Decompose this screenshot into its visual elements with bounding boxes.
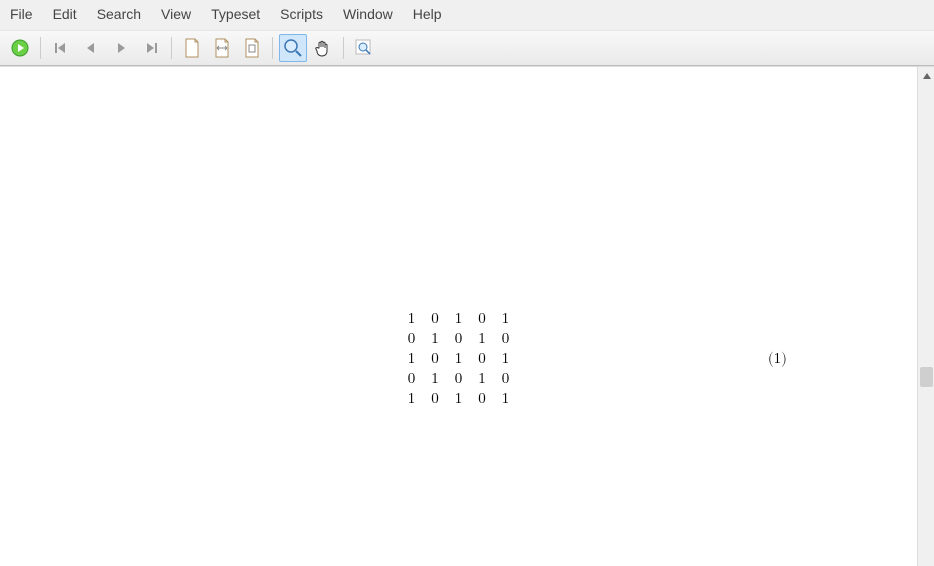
magnifier-icon xyxy=(283,38,303,58)
matrix-cell: 1 xyxy=(494,389,518,409)
matrix-cell: 0 xyxy=(470,309,494,329)
matrix-cell: 1 xyxy=(400,389,424,409)
matrix-cell: 0 xyxy=(447,329,471,349)
fit-width-button[interactable] xyxy=(208,34,236,62)
matrix-row: 1 0 1 0 1 xyxy=(400,309,518,329)
nav-prev-button[interactable] xyxy=(77,34,105,62)
typeset-button[interactable] xyxy=(6,34,34,62)
fit-page-button[interactable] xyxy=(178,34,206,62)
matrix-row: 0 1 0 1 0 xyxy=(400,369,518,389)
matrix-row: 0 1 0 1 0 xyxy=(400,329,518,349)
matrix-cell: 0 xyxy=(423,389,447,409)
menu-file[interactable]: File xyxy=(0,2,43,26)
zoom-region-button[interactable] xyxy=(350,34,378,62)
matrix-cell: 1 xyxy=(447,389,471,409)
matrix-cell: 1 xyxy=(423,329,447,349)
scroll-up-arrow-icon[interactable] xyxy=(918,67,934,84)
content-area: 1 0 1 0 1 0 1 0 1 0 1 0 xyxy=(0,66,934,566)
matrix-cell: 0 xyxy=(400,369,424,389)
zoom-tool-button[interactable] xyxy=(279,34,307,62)
next-icon xyxy=(112,39,130,57)
matrix-cell: 0 xyxy=(447,369,471,389)
equation-number: (1) xyxy=(768,350,787,368)
matrix-row: 1 0 1 0 1 xyxy=(400,389,518,409)
equation: 1 0 1 0 1 0 1 0 1 0 1 0 xyxy=(0,309,917,409)
matrix-cell: 1 xyxy=(400,309,424,329)
matrix-cell: 1 xyxy=(447,349,471,369)
last-icon xyxy=(142,39,160,57)
matrix-cell: 1 xyxy=(400,349,424,369)
menu-view[interactable]: View xyxy=(151,2,201,26)
first-icon xyxy=(52,39,70,57)
matrix-cell: 1 xyxy=(447,309,471,329)
matrix-cell: 0 xyxy=(423,309,447,329)
toolbar xyxy=(0,31,934,66)
scroll-thumb[interactable] xyxy=(920,367,933,387)
play-icon xyxy=(11,39,29,57)
menu-window[interactable]: Window xyxy=(333,2,403,26)
matrix-cell: 0 xyxy=(494,369,518,389)
matrix-cell: 0 xyxy=(470,349,494,369)
nav-next-button[interactable] xyxy=(107,34,135,62)
separator xyxy=(272,37,273,59)
page-width-icon xyxy=(213,38,231,58)
matrix-cell: 0 xyxy=(470,389,494,409)
nav-last-button[interactable] xyxy=(137,34,165,62)
matrix-cell: 0 xyxy=(494,329,518,349)
matrix-cell: 1 xyxy=(470,329,494,349)
hand-icon xyxy=(313,38,333,58)
matrix: 1 0 1 0 1 0 1 0 1 0 1 0 xyxy=(400,309,518,409)
matrix-cell: 1 xyxy=(494,349,518,369)
zoom-region-icon xyxy=(354,38,374,58)
menu-typeset[interactable]: Typeset xyxy=(201,2,270,26)
matrix-cell: 0 xyxy=(423,349,447,369)
page-actual-icon xyxy=(243,38,261,58)
menubar: File Edit Search View Typeset Scripts Wi… xyxy=(0,0,934,31)
matrix-row: 1 0 1 0 1 xyxy=(400,349,518,369)
separator xyxy=(343,37,344,59)
document-viewport[interactable]: 1 0 1 0 1 0 1 0 1 0 1 0 xyxy=(0,67,917,566)
separator xyxy=(40,37,41,59)
nav-first-button[interactable] xyxy=(47,34,75,62)
matrix-cell: 1 xyxy=(494,309,518,329)
menu-scripts[interactable]: Scripts xyxy=(270,2,333,26)
menu-help[interactable]: Help xyxy=(403,2,452,26)
prev-icon xyxy=(82,39,100,57)
matrix-cell: 1 xyxy=(470,369,494,389)
menu-edit[interactable]: Edit xyxy=(43,2,87,26)
page-icon xyxy=(183,38,201,58)
separator xyxy=(171,37,172,59)
menu-search[interactable]: Search xyxy=(87,2,151,26)
matrix-cell: 1 xyxy=(423,369,447,389)
vertical-scrollbar[interactable] xyxy=(917,67,934,566)
pan-tool-button[interactable] xyxy=(309,34,337,62)
matrix-cell: 0 xyxy=(400,329,424,349)
actual-size-button[interactable] xyxy=(238,34,266,62)
